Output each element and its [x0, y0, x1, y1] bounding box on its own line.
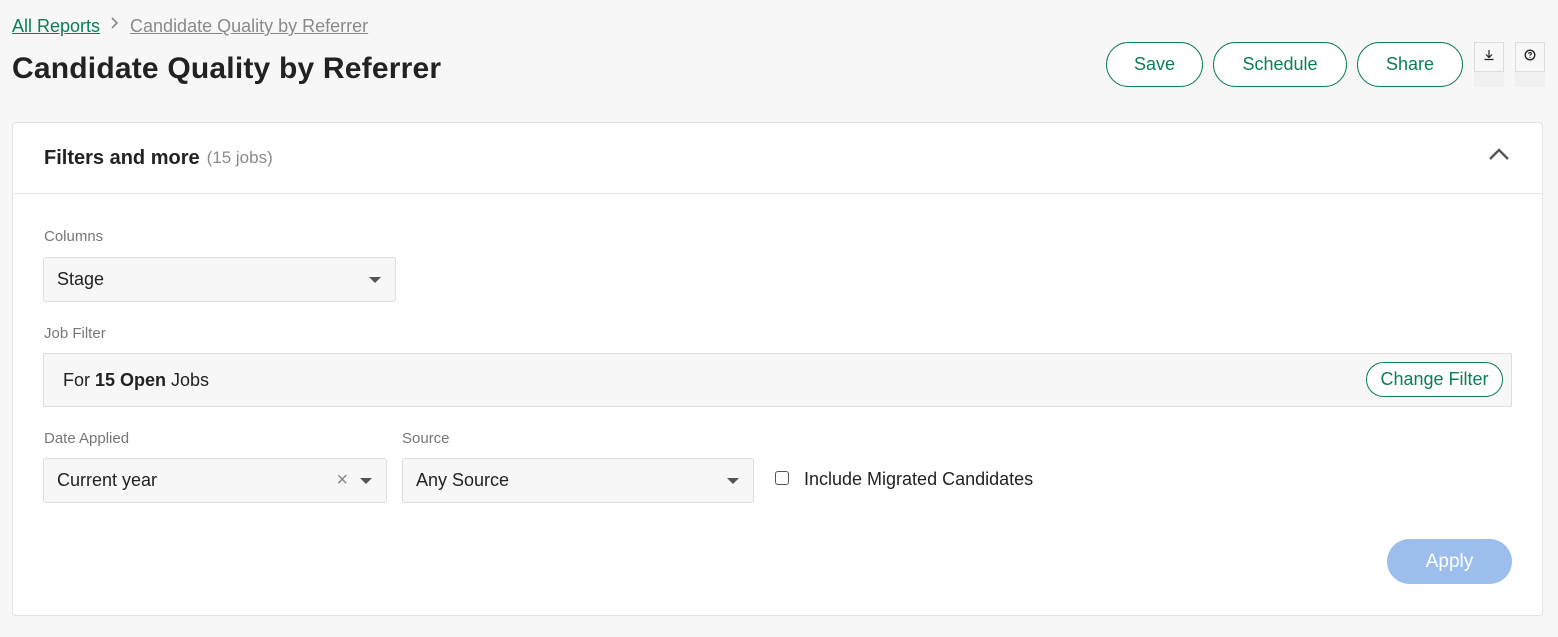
- breadcrumb-all-reports-link[interactable]: All Reports: [12, 16, 100, 37]
- job-filter-summary: For 15 Open Jobs Change Filter: [43, 353, 1512, 407]
- chevron-up-icon: [1488, 147, 1510, 166]
- help-icon: [1524, 48, 1536, 66]
- page-title: Candidate Quality by Referrer: [12, 52, 442, 85]
- date-applied-select[interactable]: Current year ×: [43, 458, 387, 503]
- job-filter-emphasis: 15 Open: [95, 369, 167, 390]
- help-button-shadow: [1515, 72, 1545, 87]
- source-select[interactable]: Any Source: [402, 458, 754, 503]
- collapse-button[interactable]: [1484, 141, 1514, 171]
- breadcrumb-current-link[interactable]: Candidate Quality by Referrer: [130, 16, 368, 37]
- filters-job-count: (15 jobs): [206, 148, 273, 167]
- source-label: Source: [402, 430, 450, 447]
- save-button[interactable]: Save: [1106, 42, 1203, 87]
- include-migrated-label: Include Migrated Candidates: [804, 469, 1034, 489]
- chevron-right-icon: [110, 16, 120, 35]
- include-migrated-checkbox[interactable]: [775, 470, 789, 485]
- change-filter-button[interactable]: Change Filter: [1366, 362, 1503, 397]
- apply-button[interactable]: Apply: [1387, 539, 1512, 584]
- date-applied-value: Current year: [57, 470, 158, 490]
- columns-select-value: Stage: [57, 269, 105, 289]
- caret-down-icon: [727, 478, 739, 484]
- date-applied-label: Date Applied: [44, 430, 130, 447]
- include-migrated-option[interactable]: Include Migrated Candidates: [775, 469, 1033, 490]
- job-filter-label: Job Filter: [44, 325, 106, 342]
- download-button[interactable]: [1474, 42, 1504, 87]
- filters-panel-title: Filters and more: [44, 146, 200, 169]
- columns-label: Columns: [44, 228, 104, 245]
- filters-panel-header[interactable]: Filters and more (15 jobs): [13, 123, 1542, 194]
- schedule-button[interactable]: Schedule: [1213, 42, 1347, 87]
- report-actions: Save Schedule Share: [1106, 42, 1555, 87]
- caret-down-icon: [369, 277, 381, 283]
- caret-down-icon: [360, 478, 372, 484]
- breadcrumb: All Reports Candidate Quality by Referre…: [12, 16, 368, 37]
- help-button[interactable]: [1515, 42, 1545, 87]
- source-value: Any Source: [416, 470, 510, 490]
- download-icon: [1483, 48, 1495, 66]
- job-filter-prefix: For: [63, 369, 90, 390]
- download-button-shadow: [1474, 72, 1504, 87]
- columns-select[interactable]: Stage: [43, 257, 396, 302]
- share-button[interactable]: Share: [1357, 42, 1463, 87]
- clear-icon[interactable]: ×: [336, 469, 348, 492]
- filters-panel: Filters and more (15 jobs) Columns Stage…: [12, 122, 1543, 616]
- job-filter-suffix: Jobs: [171, 369, 210, 390]
